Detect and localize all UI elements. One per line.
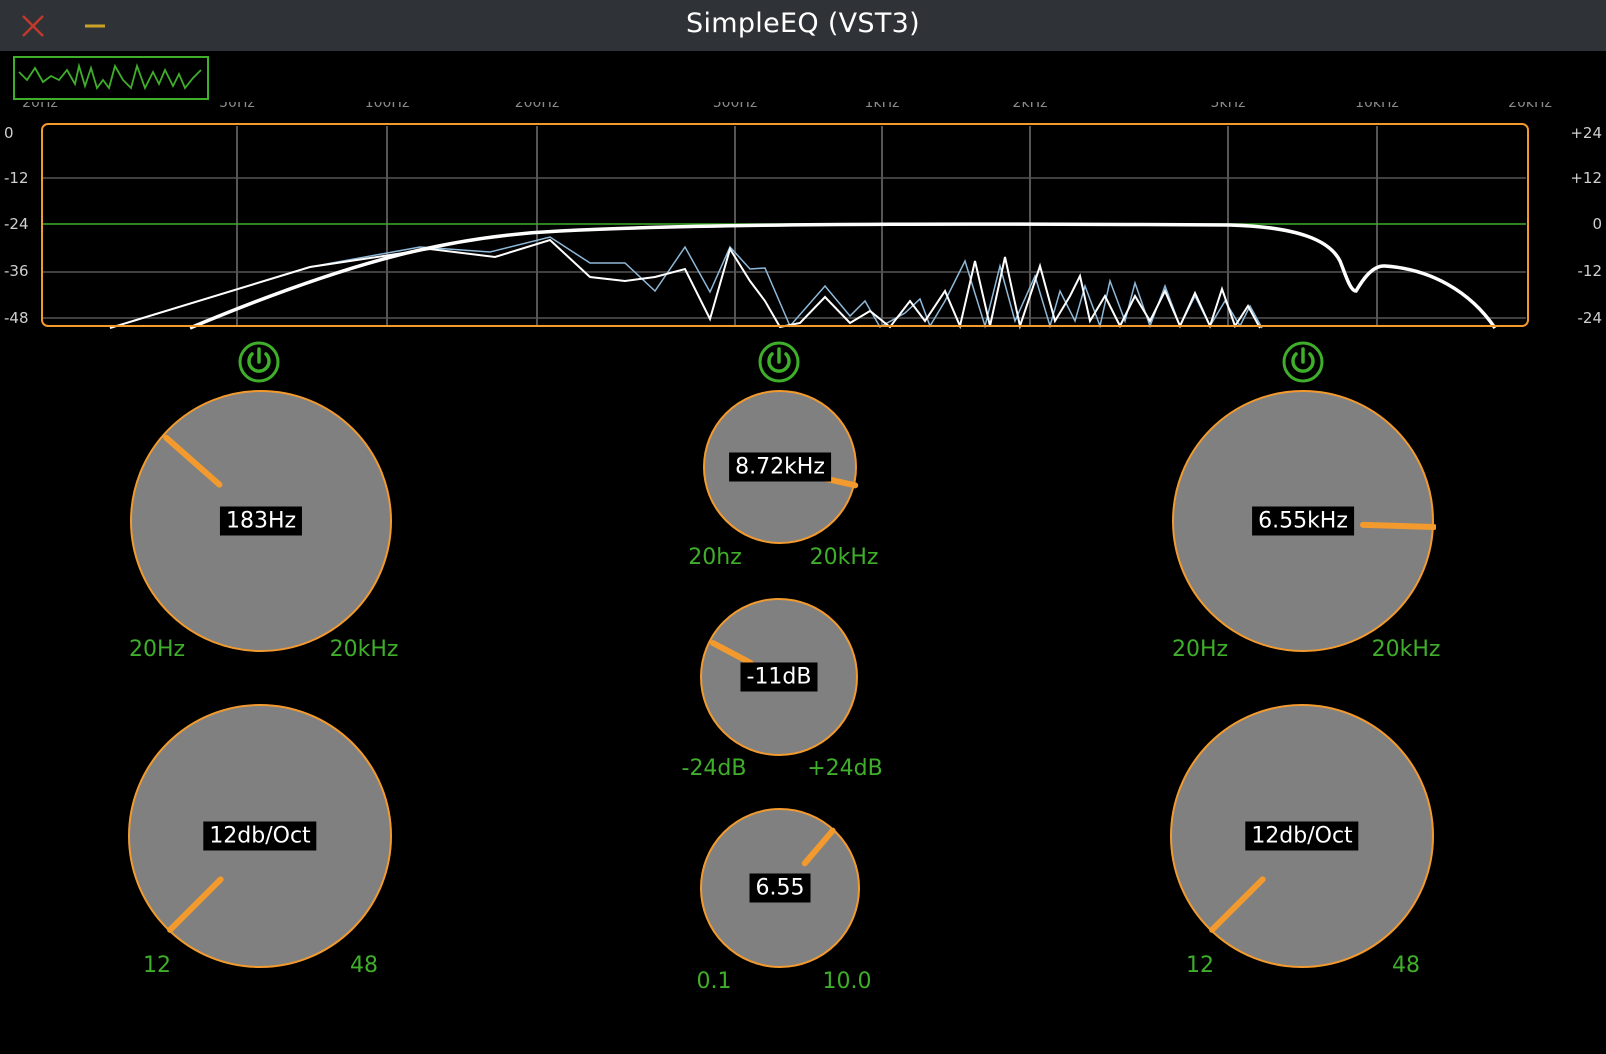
peak-freq-knob[interactable]: 8.72kHz — [703, 390, 859, 544]
peak-quality-value: 6.55 — [749, 873, 811, 903]
peak-quality-min-label: 0.1 — [696, 969, 732, 994]
low-cut-slope-knob[interactable]: 12db/Oct — [128, 704, 392, 968]
peak-quality-max-label: 10.0 — [822, 969, 872, 994]
low-cut-freq-min-label: 20Hz — [128, 637, 186, 662]
power-icon — [1282, 341, 1324, 383]
low-cut-slope-value: 12db/Oct — [203, 821, 317, 851]
high-cut-bypass-button[interactable] — [1281, 340, 1325, 384]
db-label-right: -24 — [1577, 309, 1603, 327]
db-label-right: -12 — [1577, 262, 1603, 280]
low-cut-freq-value: 183Hz — [219, 506, 303, 536]
window-title: SimpleEQ (VST3) — [686, 8, 920, 39]
db-label-left: -36 — [4, 262, 29, 280]
power-icon — [758, 341, 800, 383]
db-label-left: -48 — [4, 309, 29, 327]
peak-gain-min-label: -24dB — [681, 756, 747, 781]
high-cut-freq-knob[interactable]: 6.55kHz — [1172, 390, 1436, 652]
high-cut-slope-min-label: 12 — [1186, 953, 1214, 978]
peak-freq-min-label: 20hz — [688, 545, 742, 570]
db-label-left: -24 — [4, 215, 29, 233]
peak-gain-max-label: +24dB — [807, 756, 883, 781]
db-label-right: +12 — [1570, 169, 1602, 187]
db-label-left: 0 — [4, 124, 14, 142]
low-cut-freq-knob[interactable]: 183Hz — [130, 390, 392, 652]
low-cut-slope-max-label: 48 — [350, 953, 378, 978]
high-cut-slope-max-label: 48 — [1392, 953, 1420, 978]
peak-quality-knob[interactable]: 6.55 — [700, 808, 860, 968]
peak-bypass-button[interactable] — [757, 340, 801, 384]
peak-freq-max-label: 20kHz — [809, 545, 879, 570]
high-cut-slope-knob[interactable]: 12db/Oct — [1170, 704, 1434, 968]
title-bar: SimpleEQ (VST3) — [0, 0, 1606, 51]
peak-freq-value: 8.72kHz — [729, 452, 831, 482]
high-cut-freq-value: 6.55kHz — [1252, 506, 1354, 536]
peak-gain-value: -11dB — [740, 662, 818, 692]
high-cut-freq-max-label: 20kHz — [1371, 637, 1441, 662]
low-cut-bypass-button[interactable] — [237, 340, 281, 384]
high-cut-freq-min-label: 20Hz — [1171, 637, 1229, 662]
response-curve-area — [41, 123, 1529, 330]
waveform-icon — [18, 62, 202, 91]
low-cut-slope-min-label: 12 — [143, 953, 171, 978]
db-label-left: -12 — [4, 169, 29, 187]
db-label-right: +24 — [1570, 124, 1602, 142]
analyzer-toggle-button[interactable] — [13, 56, 209, 100]
high-cut-slope-value: 12db/Oct — [1245, 821, 1359, 851]
low-cut-freq-max-label: 20kHz — [329, 637, 399, 662]
db-label-right: 0 — [1592, 215, 1602, 233]
power-icon — [238, 341, 280, 383]
peak-gain-knob[interactable]: -11dB — [700, 598, 858, 756]
